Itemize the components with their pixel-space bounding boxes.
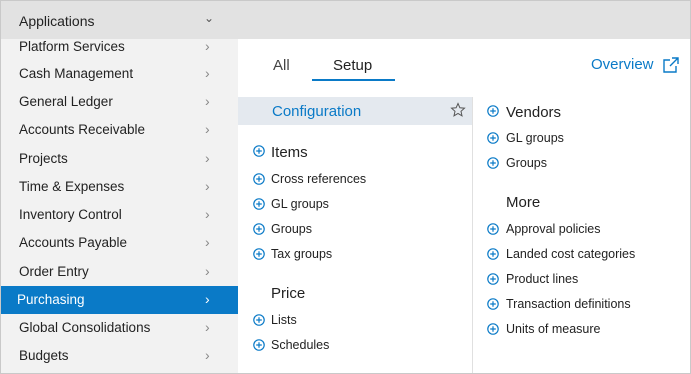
plus-circle-icon: [253, 223, 265, 235]
link-price-lists[interactable]: Lists: [271, 313, 297, 327]
chevron-right-icon: ›: [205, 150, 210, 166]
chevron-down-icon: ⌄: [204, 11, 215, 25]
chevron-right-icon: ›: [205, 319, 210, 335]
plus-circle-icon: [253, 339, 265, 351]
link-product-lines[interactable]: Product lines: [506, 272, 578, 286]
vendors-group-title: Vendors: [506, 104, 562, 121]
plus-circle-icon: [253, 314, 265, 326]
link-vendors-groups[interactable]: Groups: [506, 156, 547, 170]
sidebar-item-order-entry[interactable]: Order Entry ›: [1, 258, 238, 286]
sidebar-item-purchasing[interactable]: Purchasing ›: [1, 286, 238, 314]
sidebar-item-label: General Ledger: [19, 94, 113, 109]
link-items-gl-groups[interactable]: GL groups: [271, 197, 329, 211]
plus-circle-icon: [487, 248, 499, 260]
sidebar-item-label: Platform Services: [19, 39, 125, 54]
sidebar-item-label: Projects: [19, 151, 68, 166]
more-group-title: More: [506, 194, 541, 211]
sidebar-item-cash-management[interactable]: Cash Management ›: [1, 60, 238, 88]
active-tab-indicator: [312, 79, 395, 81]
configuration-header: Configuration: [238, 97, 472, 125]
tab-setup[interactable]: Setup: [333, 57, 372, 74]
link-price-schedules[interactable]: Schedules: [271, 338, 329, 352]
sidebar: Applications ⌄ Platform Services › Cash …: [1, 1, 238, 373]
sidebar-item-label: Time & Expenses: [19, 179, 125, 194]
sidebar-item-label: Cash Management: [19, 66, 134, 81]
plus-circle-icon: [253, 173, 265, 185]
chevron-right-icon: ›: [205, 65, 210, 81]
sidebar-item-inventory-control[interactable]: Inventory Control ›: [1, 201, 238, 229]
link-cross-references[interactable]: Cross references: [271, 172, 366, 186]
star-icon[interactable]: [450, 102, 466, 118]
plus-circle-icon: [487, 273, 499, 285]
sidebar-item-time-expenses[interactable]: Time & Expenses ›: [1, 173, 238, 201]
plus-circle-icon: [253, 145, 265, 157]
chevron-right-icon: ›: [205, 121, 210, 137]
plus-circle-icon: [487, 323, 499, 335]
content-header-bar: [238, 1, 690, 39]
chevron-right-icon: ›: [205, 206, 210, 222]
sidebar-item-label: Global Consolidations: [19, 320, 151, 335]
sidebar-item-accounts-receivable[interactable]: Accounts Receivable ›: [1, 116, 238, 144]
chevron-right-icon: ›: [205, 178, 210, 194]
sidebar-item-budgets[interactable]: Budgets ›: [1, 342, 238, 370]
sidebar-item-label: Accounts Receivable: [19, 122, 146, 137]
chevron-right-icon: ›: [205, 291, 210, 307]
sidebar-item-general-ledger[interactable]: General Ledger ›: [1, 88, 238, 116]
plus-circle-icon: [253, 198, 265, 210]
plus-circle-icon: [487, 132, 499, 144]
sidebar-item-label: Order Entry: [19, 264, 89, 279]
link-approval-policies[interactable]: Approval policies: [506, 222, 601, 236]
tab-all[interactable]: All: [273, 57, 290, 74]
column-divider: [472, 97, 473, 373]
link-transaction-definitions[interactable]: Transaction definitions: [506, 297, 631, 311]
sidebar-item-label: Inventory Control: [19, 207, 122, 222]
applications-label: Applications: [19, 13, 95, 29]
configuration-label: Configuration: [272, 103, 362, 120]
link-tax-groups[interactable]: Tax groups: [271, 247, 332, 261]
plus-circle-icon: [487, 157, 499, 169]
overview-link[interactable]: Overview: [591, 56, 654, 73]
sidebar-item-label: Purchasing: [17, 292, 85, 307]
chevron-right-icon: ›: [205, 234, 210, 250]
items-group-title: Items: [271, 144, 308, 161]
plus-circle-icon: [487, 105, 499, 117]
price-group-title: Price: [271, 285, 306, 302]
sidebar-item-platform-services[interactable]: Platform Services ›: [1, 33, 238, 61]
app-window: Applications ⌄ Platform Services › Cash …: [0, 0, 691, 374]
chevron-right-icon: ›: [205, 93, 210, 109]
sidebar-item-label: Accounts Payable: [19, 235, 128, 250]
chevron-right-icon: ›: [205, 347, 210, 363]
link-units-of-measure[interactable]: Units of measure: [506, 322, 600, 336]
link-vendors-gl-groups[interactable]: GL groups: [506, 131, 564, 145]
chevron-right-icon: ›: [205, 38, 210, 54]
plus-circle-icon: [487, 223, 499, 235]
external-link-icon[interactable]: [662, 56, 680, 74]
link-landed-cost-categories[interactable]: Landed cost categories: [506, 247, 635, 261]
plus-circle-icon: [487, 298, 499, 310]
sidebar-item-accounts-payable[interactable]: Accounts Payable ›: [1, 229, 238, 257]
plus-circle-icon: [253, 248, 265, 260]
chevron-right-icon: ›: [205, 263, 210, 279]
link-items-groups[interactable]: Groups: [271, 222, 312, 236]
sidebar-item-projects[interactable]: Projects ›: [1, 145, 238, 173]
sidebar-item-global-consolidations[interactable]: Global Consolidations ›: [1, 314, 238, 342]
sidebar-item-label: Budgets: [19, 348, 69, 363]
